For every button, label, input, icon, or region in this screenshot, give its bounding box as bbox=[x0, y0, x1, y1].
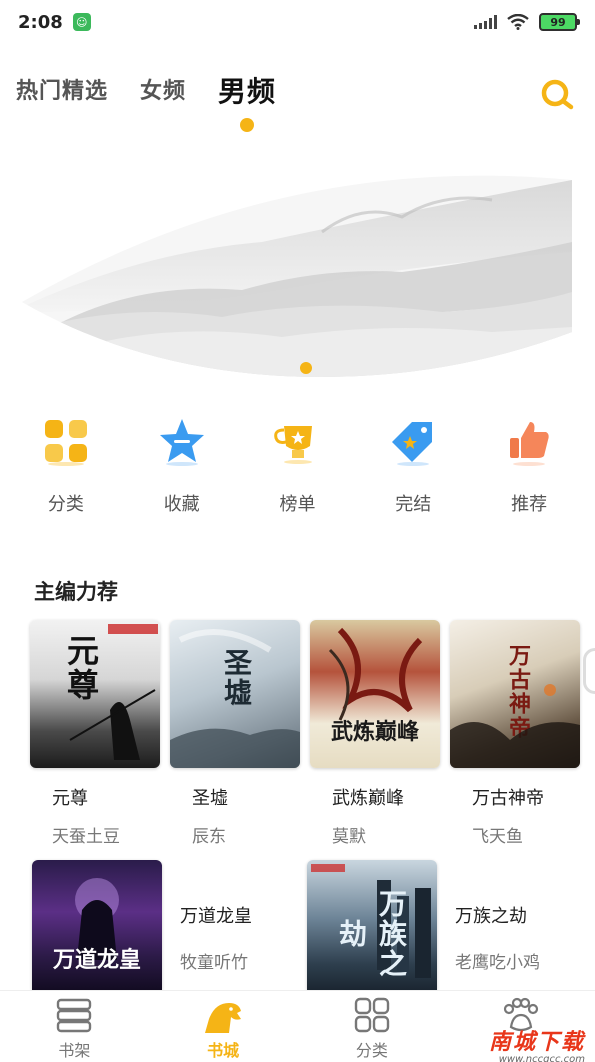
banner-dot-active bbox=[300, 362, 312, 374]
tab-male[interactable]: 男频 bbox=[218, 72, 277, 132]
tab-label: 女频 bbox=[140, 79, 187, 104]
book-info: 万族之劫 老鹰吃小鸡 bbox=[437, 860, 540, 990]
book-title: 圣墟 bbox=[192, 788, 228, 809]
quick-nav: 分类 收藏 榜单 完结 推荐 bbox=[0, 408, 595, 518]
book-card[interactable]: 万族之劫 万族之劫 老鹰吃小鸡 bbox=[307, 860, 582, 990]
tag-star-icon bbox=[392, 422, 433, 466]
category-tabs: 热门精选 女频 男频 bbox=[16, 72, 576, 132]
book-cover: 万道龙皇 bbox=[32, 860, 162, 990]
book-author: 莫默 bbox=[332, 827, 366, 847]
thumbs-up-icon bbox=[510, 422, 549, 466]
cover-title: 武炼巅峰 bbox=[330, 719, 419, 745]
book-title: 万古神帝 bbox=[472, 788, 544, 809]
status-time: 2:08 bbox=[18, 11, 63, 33]
book-card[interactable]: 圣墟 圣墟 辰东 bbox=[170, 620, 300, 847]
book-cover: 万古神帝 bbox=[450, 620, 580, 768]
quick-label: 推荐 bbox=[511, 494, 548, 515]
bookstore-icon bbox=[205, 1003, 242, 1033]
wifi-icon bbox=[507, 14, 529, 30]
book-card[interactable]: 万道龙皇 万道龙皇 牧童听竹 bbox=[32, 860, 307, 990]
quick-favorites[interactable]: 收藏 bbox=[132, 408, 232, 518]
trophy-icon bbox=[274, 426, 313, 464]
book-title: 武炼巅峰 bbox=[332, 788, 404, 809]
app-notification-icon: ☺ bbox=[72, 13, 91, 31]
nav-category[interactable]: 分类 bbox=[298, 991, 447, 1062]
status-indicators: 99 bbox=[474, 13, 580, 31]
nav-label: 书城 bbox=[207, 1041, 240, 1060]
quick-completed[interactable]: 完结 bbox=[363, 408, 463, 518]
quick-label: 榜单 bbox=[279, 494, 316, 515]
cover-figure-illustration bbox=[69, 624, 158, 760]
book-cover: 元尊 bbox=[30, 620, 160, 768]
book-author: 辰东 bbox=[192, 827, 226, 847]
book-card[interactable]: 元尊 元尊 天蚕土豆 bbox=[30, 620, 160, 847]
nav-bookshelf[interactable]: 书架 bbox=[0, 991, 149, 1062]
nav-bookstore[interactable]: 书城 bbox=[149, 991, 298, 1062]
section-title: 主编力荐 bbox=[34, 580, 118, 604]
cover-fire-illustration bbox=[450, 684, 580, 768]
book-cover: 圣墟 bbox=[170, 620, 300, 768]
book-author: 牧童听竹 bbox=[180, 953, 248, 973]
book-card[interactable]: 万古神帝 万古神帝 飞天鱼 bbox=[450, 620, 580, 847]
book-cover: 万族之劫 bbox=[307, 860, 437, 990]
book-grid: 元尊 元尊 天蚕土豆 圣墟 圣墟 辰东 武炼巅峰 武炼巅峰 莫默 万古神帝 万古… bbox=[30, 620, 580, 847]
tab-female[interactable]: 女频 bbox=[140, 72, 186, 112]
cover-title: 万族之劫 bbox=[335, 889, 408, 979]
book-list: 万道龙皇 万道龙皇 牧童听竹 万族之劫 万族之劫 老鹰吃小鸡 bbox=[32, 860, 582, 990]
nav-label: 书架 bbox=[58, 1041, 91, 1060]
watermark-logo-text: 南城下载 bbox=[488, 1030, 585, 1055]
quick-label: 分类 bbox=[47, 494, 84, 515]
quick-label: 收藏 bbox=[163, 494, 200, 515]
quick-recommend[interactable]: 推荐 bbox=[479, 408, 579, 518]
quick-category[interactable]: 分类 bbox=[16, 408, 116, 518]
quick-rankings[interactable]: 榜单 bbox=[247, 408, 347, 518]
book-title: 万族之劫 bbox=[455, 906, 527, 927]
category-icon bbox=[354, 997, 390, 1033]
book-author: 老鹰吃小鸡 bbox=[455, 953, 540, 973]
tab-label: 热门精选 bbox=[16, 79, 109, 104]
signal-icon bbox=[474, 15, 497, 29]
tab-label: 男频 bbox=[218, 75, 277, 108]
nav-label: 分类 bbox=[355, 1041, 388, 1060]
watermark: 南城下载 www.nccgcc.com bbox=[489, 1024, 585, 1062]
banner-carousel[interactable] bbox=[22, 172, 572, 377]
tab-hot-picks[interactable]: 热门精选 bbox=[16, 72, 108, 112]
status-bar: 2:08 ☺ 99 bbox=[0, 0, 595, 44]
watermark-url: www.nccgcc.com bbox=[498, 1054, 585, 1062]
search-icon bbox=[541, 79, 574, 110]
side-drawer-handle[interactable] bbox=[583, 648, 595, 694]
cover-title: 万道龙皇 bbox=[52, 947, 141, 973]
banner-pagination bbox=[300, 362, 312, 374]
book-title: 元尊 bbox=[52, 788, 88, 809]
battery-icon: 99 bbox=[539, 13, 580, 31]
category-grid-icon bbox=[44, 420, 87, 466]
book-title: 万道龙皇 bbox=[180, 906, 252, 927]
ink-landscape-illustration bbox=[22, 175, 572, 377]
star-icon bbox=[159, 419, 204, 466]
book-author: 天蚕土豆 bbox=[52, 827, 120, 847]
search-button[interactable] bbox=[538, 76, 576, 114]
book-card[interactable]: 武炼巅峰 武炼巅峰 莫默 bbox=[310, 620, 440, 847]
book-info: 万道龙皇 牧童听竹 bbox=[162, 860, 252, 990]
book-cover: 武炼巅峰 bbox=[310, 620, 440, 768]
cover-mist-illustration bbox=[170, 629, 300, 768]
bookshelf-icon bbox=[57, 998, 92, 1033]
active-tab-indicator bbox=[240, 118, 255, 132]
book-author: 飞天鱼 bbox=[472, 827, 523, 847]
quick-label: 完结 bbox=[395, 494, 432, 515]
